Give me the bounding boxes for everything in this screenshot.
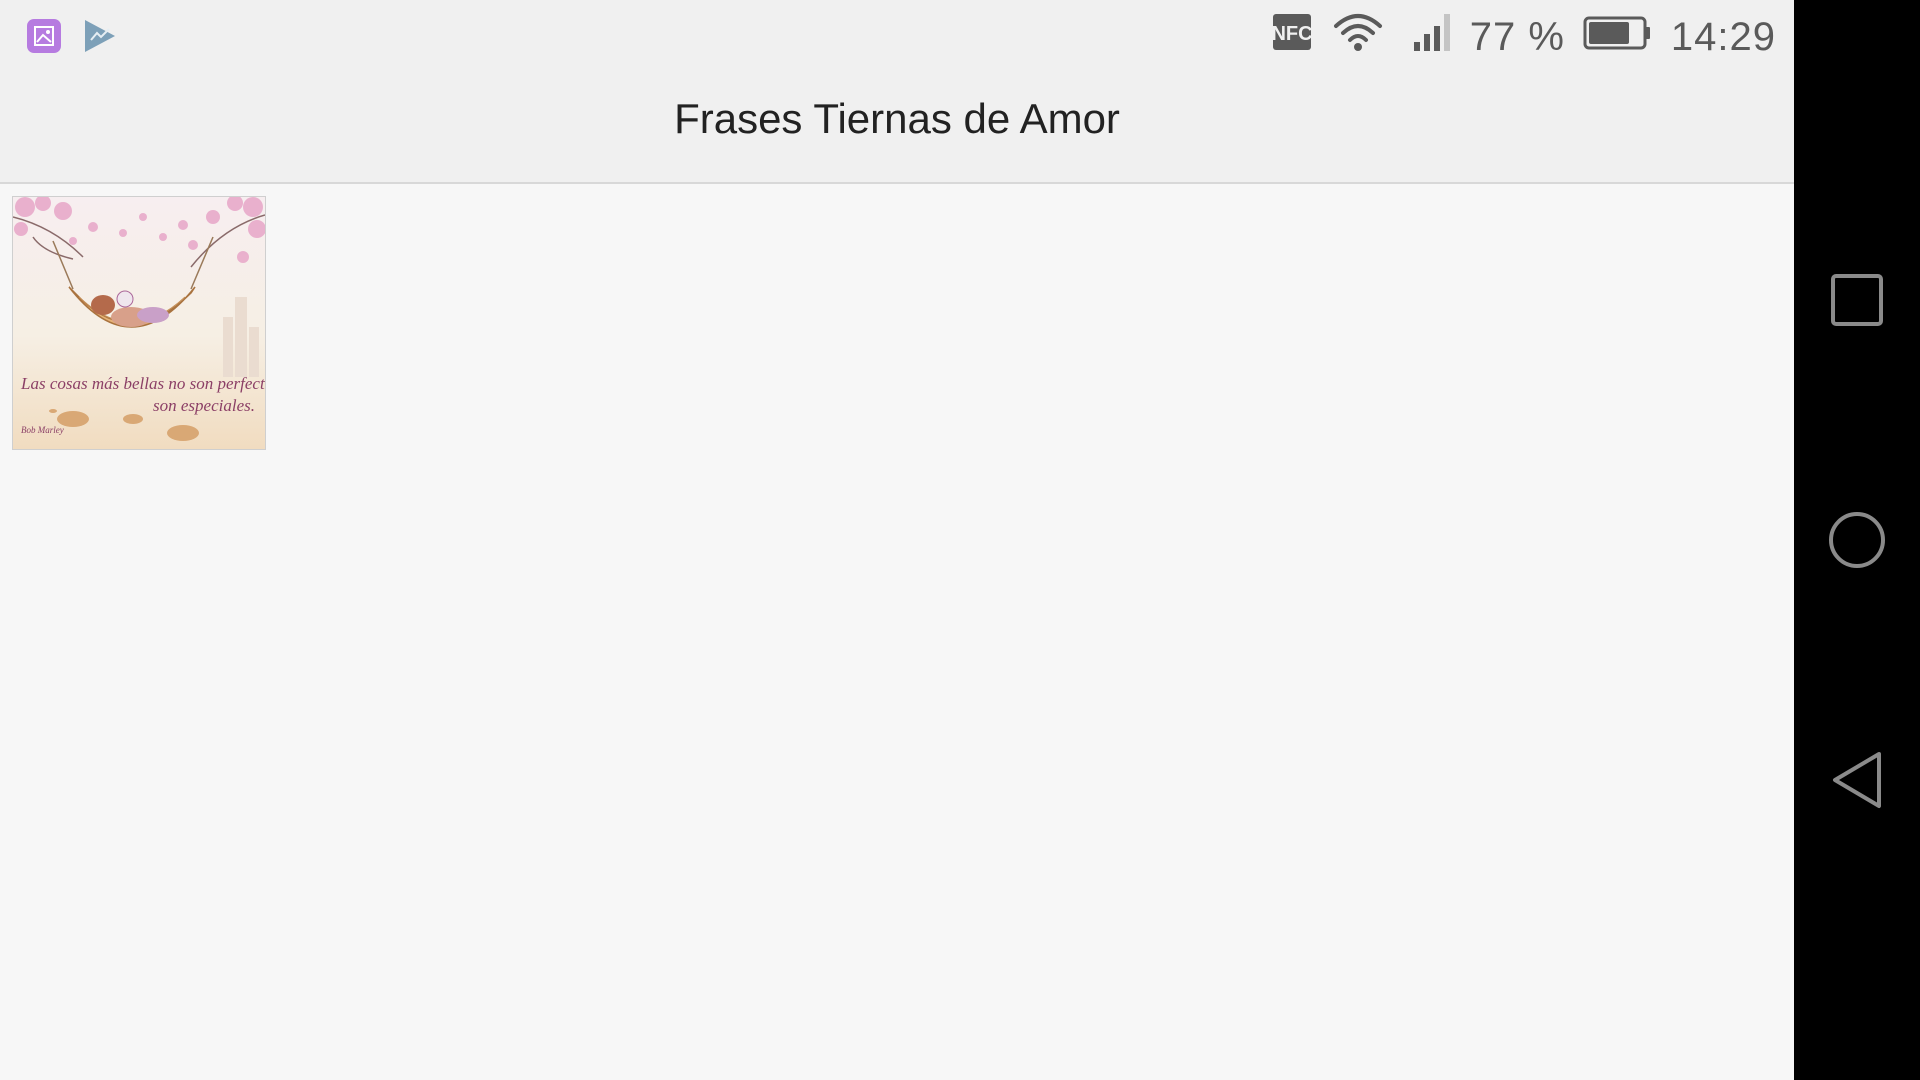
action-bar: Frases Tiernas de Amor — [0, 74, 1794, 184]
battery-percent: 77 % — [1469, 14, 1565, 59]
nfc-icon: NFC — [1271, 13, 1312, 61]
battery-icon — [1583, 15, 1651, 60]
recents-icon — [1831, 274, 1883, 326]
quote-line-1: Las cosas más bellas no son perfectas, — [20, 374, 265, 393]
recents-button[interactable] — [1794, 240, 1920, 360]
app-screen: NFC 77 % 14:29 Frases Tiernas de Amor La… — [0, 0, 1794, 1080]
nfc-label: NFC — [1272, 23, 1312, 45]
back-button[interactable] — [1794, 720, 1920, 840]
system-status: NFC 77 % 14:29 — [1271, 12, 1776, 62]
page-title: Frases Tiernas de Amor — [674, 95, 1120, 142]
status-bar: NFC 77 % 14:29 — [0, 0, 1794, 74]
gallery-thumbnail[interactable]: Las cosas más bellas no son perfectas, s… — [12, 196, 266, 450]
notification-icons — [26, 18, 118, 59]
gallery-grid: Las cosas más bellas no son perfectas, s… — [0, 184, 1794, 1080]
play-store-icon — [82, 18, 118, 59]
back-icon — [1833, 752, 1881, 808]
gallery-app-icon — [26, 18, 62, 59]
signal-icon — [1412, 12, 1456, 62]
hammock-illustration: Las cosas más bellas no son perfectas, s… — [13, 197, 265, 449]
home-icon — [1829, 512, 1885, 568]
quote-author: Bob Marley — [21, 425, 64, 435]
quote-line-2: son especiales. — [153, 396, 255, 415]
wifi-icon — [1332, 12, 1384, 62]
navigation-bar — [1794, 0, 1920, 1080]
clock: 14:29 — [1670, 14, 1776, 59]
home-button[interactable] — [1794, 480, 1920, 600]
